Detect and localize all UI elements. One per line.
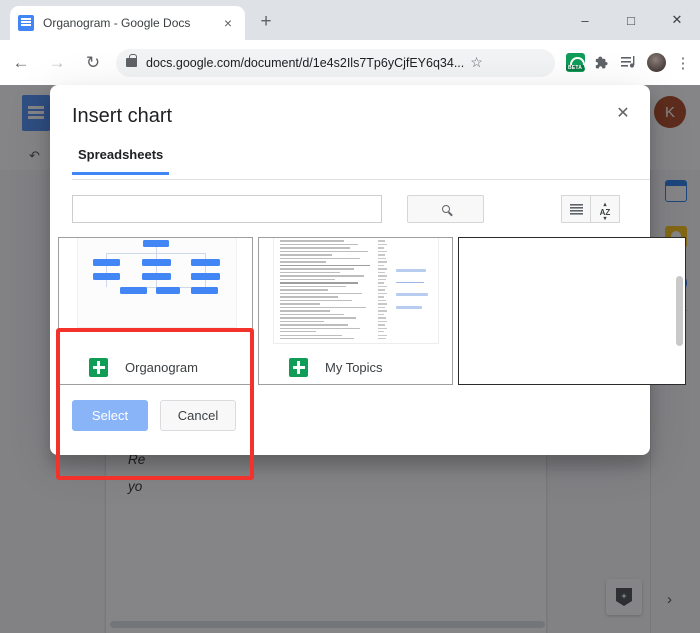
file-card-organogram[interactable]: Organogram [58,237,253,385]
dialog-tabs: Spreadsheets [72,147,650,180]
search-row: ▴ AZ ▾ [72,195,628,223]
cancel-button[interactable]: Cancel [160,400,236,431]
file-card-footer: Organogram [59,351,252,384]
vertical-scrollbar[interactable] [676,276,683,346]
minimize-button[interactable]: – [562,0,608,40]
search-input[interactable] [72,195,382,223]
file-name: My Topics [325,360,383,375]
browser-tab[interactable]: Organogram - Google Docs × [10,6,245,40]
file-card-my-topics[interactable]: My Topics [258,237,453,385]
profile-avatar[interactable] [643,50,669,76]
reload-button[interactable]: ↻ [78,48,108,78]
document-text-icon [273,238,439,344]
tab-spreadsheets[interactable]: Spreadsheets [72,147,169,175]
browser-tab-strip: Organogram - Google Docs × + – □ ✕ [0,0,700,40]
insert-chart-dialog: Insert chart ✕ Spreadsheets ▴ AZ ▾ [50,85,650,455]
thumbnail-my-topics [259,238,452,353]
file-list: Organogram [58,237,642,385]
dialog-buttons: Select Cancel [72,400,236,431]
search-button[interactable] [407,195,484,223]
beta-badge-label: BETA [566,65,584,71]
list-view-button[interactable] [561,195,591,223]
close-tab-icon[interactable]: × [219,14,237,32]
puzzle-extensions-icon[interactable] [589,50,615,76]
google-docs-favicon-icon [18,15,34,31]
beta-extension-icon[interactable]: BETA [562,50,588,76]
extensions-area: BETA ⋮ [561,50,700,76]
close-icon[interactable]: ✕ [612,103,634,125]
file-card-footer: My Topics [259,351,452,384]
screenshot-root: Organogram - Google Docs × + – □ ✕ ← → ↻… [0,0,700,633]
select-button[interactable]: Select [72,400,148,431]
bookmark-star-icon[interactable]: ☆ [470,54,483,71]
dialog-title: Insert chart [72,105,172,128]
back-button[interactable]: ← [6,48,36,78]
search-icon [442,205,450,213]
new-tab-button[interactable]: + [255,12,277,34]
forward-button[interactable]: → [42,48,72,78]
view-toggle-group: ▴ AZ ▾ [562,195,620,223]
window-controls: – □ ✕ [562,0,700,40]
url-text: docs.google.com/document/d/1e4s2Ils7Tp6y… [146,56,464,70]
address-bar[interactable]: docs.google.com/document/d/1e4s2Ils7Tp6y… [116,49,555,77]
thumbnail-organogram [59,238,252,353]
browser-tab-title: Organogram - Google Docs [43,16,219,30]
thumb-text-lines [280,238,370,342]
google-sheets-icon [89,358,108,377]
list-icon [570,204,583,215]
lock-icon [126,58,137,67]
browser-toolbar: ← → ↻ docs.google.com/document/d/1e4s2Il… [0,40,700,85]
close-window-button[interactable]: ✕ [654,0,700,40]
sort-down-arrow: ▾ [598,216,613,223]
chrome-menu-icon[interactable]: ⋮ [670,50,696,76]
google-sheets-icon [289,358,308,377]
sort-az-icon: ▴ AZ ▾ [598,202,613,216]
media-list-icon[interactable] [616,50,642,76]
organogram-chart-icon [77,238,237,328]
thumb-highlight-bars [396,269,438,319]
file-card-placeholder[interactable] [458,237,686,385]
maximize-button[interactable]: □ [608,0,654,40]
sort-az-button[interactable]: ▴ AZ ▾ [590,195,620,223]
file-name: Organogram [125,360,198,375]
thumb-number-column [378,238,388,342]
sort-az-label: AZ [598,209,613,216]
